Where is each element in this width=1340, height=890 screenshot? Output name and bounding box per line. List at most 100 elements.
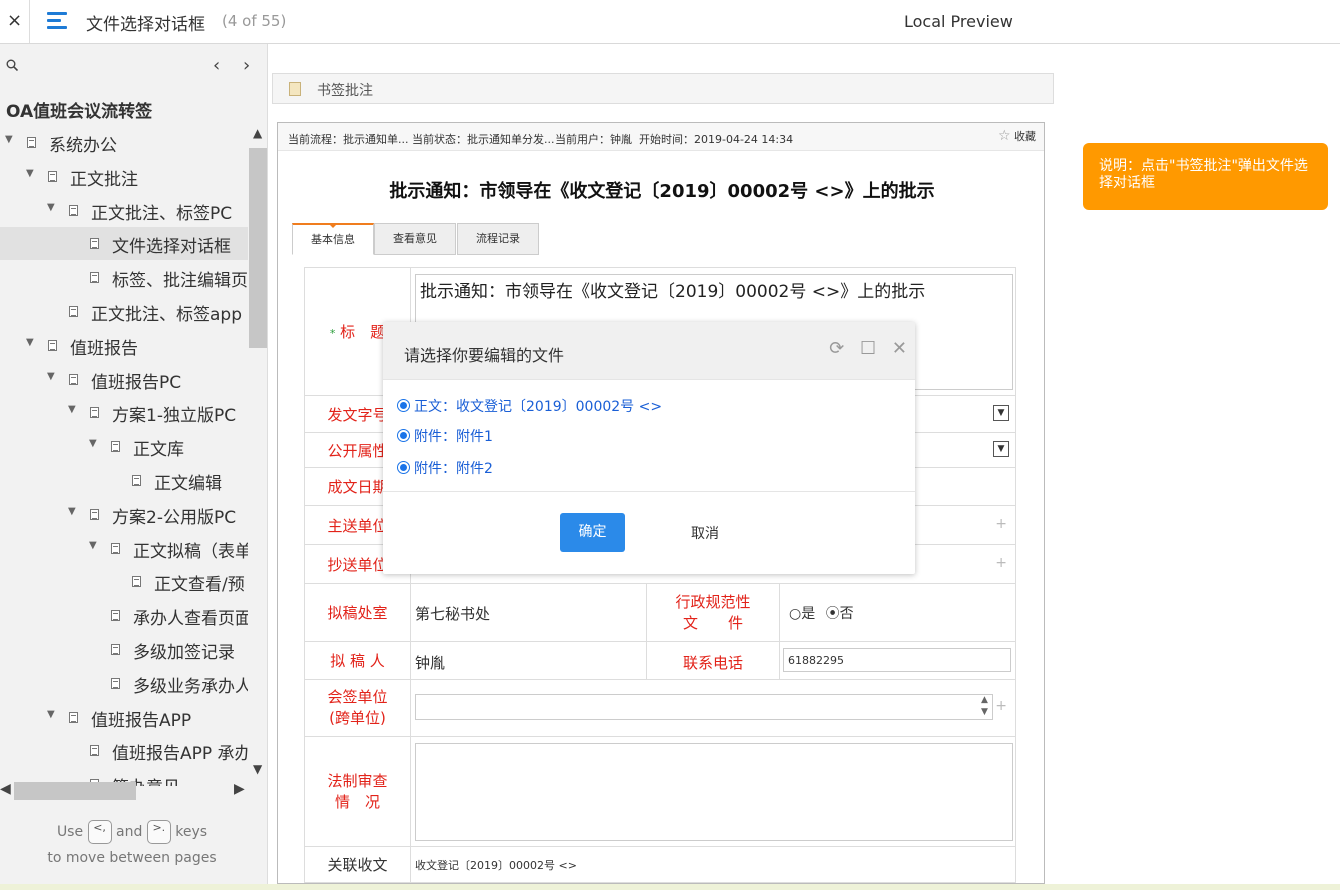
radio-selected-icon[interactable] [397,461,410,474]
expand-toggle-icon[interactable]: ▼ [68,506,76,517]
tree-item-label: 值班报告PC [91,372,182,393]
tree-item-label: 正文拟稿（表单 [133,541,248,562]
tree-item[interactable]: 多级业务承办人 [0,667,248,700]
plus-icon[interactable]: + [995,516,1007,532]
tree-item-label: 正文批注、标签PC [91,203,233,224]
phone-input[interactable]: 61882295 [783,648,1011,672]
plus-icon[interactable]: + [995,698,1007,714]
page-icon [69,306,78,317]
tree-item[interactable]: ▼ 值班报告PC [0,363,248,396]
tree-horizontal-scrollbar[interactable]: ◀ ▶ [0,781,250,801]
chevron-down-icon[interactable]: ▼ [993,441,1009,457]
expand-toggle-icon[interactable]: ▼ [47,202,55,213]
expand-toggle-icon[interactable]: ▼ [26,168,34,179]
draft-office-label: 拟稿处室 [304,583,411,642]
tree-item-label: 多级业务承办人 [133,676,248,697]
legal-review-textarea[interactable] [415,743,1013,841]
tab-flow-records[interactable]: 流程记录 [457,223,539,255]
title-label-text: 标 题 [340,323,386,341]
expand-toggle-icon[interactable]: ▼ [26,337,34,348]
page-icon [69,204,78,216]
legal-review-label-line1: 法制审查 [327,771,388,790]
bookmark-annotation-label[interactable]: 书签批注 [317,80,373,100]
page-icon [90,238,99,250]
radio-selected-icon[interactable] [397,399,410,412]
favorite-button[interactable]: ☆ 收藏 [998,128,1036,144]
dialog-header[interactable]: 请选择你要编辑的文件 ⟳ ☐ ✕ [383,322,915,380]
chevron-left-icon[interactable]: ◀ [0,781,11,797]
chevron-down-icon[interactable]: ▼ [253,762,262,776]
bookmark-annotation-bar[interactable]: 书签批注 [272,73,1054,104]
close-icon[interactable]: ✕ [892,338,907,359]
tree-item-label: 方案1-独立版PC [112,406,237,427]
previous-page-button[interactable]: ‹ [213,55,220,76]
tree-item[interactable]: ▼ 系统办公 [0,126,248,159]
chevron-up-icon[interactable]: ▲ [253,126,262,140]
chevron-down-icon[interactable]: ▼ [993,405,1009,421]
file-option-main[interactable]: 正文：收文登记〔2019〕00002号 <> [397,396,662,416]
tree-item-label: 值班报告APP 承办 [112,744,248,765]
related-doc-link[interactable]: 收文登记〔2019〕00002号 <> [410,846,1016,883]
tab-basic-info[interactable]: 基本信息 [292,223,374,255]
form-title: 批示通知：市领导在《收文登记〔2019〕00002号 <>》上的批示 [389,181,935,202]
radio-selected-icon[interactable] [397,429,410,442]
admin-norm-label-line1: 行政规范性 [675,593,751,611]
tree-item[interactable]: ▼ 正文批注、标签PC [0,194,248,227]
expand-toggle-icon[interactable]: ▼ [5,134,13,145]
next-page-button[interactable]: › [243,55,250,76]
hint-text: Use [56,824,84,840]
file-select-dialog: 请选择你要编辑的文件 ⟳ ☐ ✕ 正文：收文登记〔2019〕00002号 <> … [383,322,915,574]
tree-item[interactable]: 文件选择对话框 [0,227,248,261]
tree-item[interactable]: 标签、批注编辑页 [0,261,248,294]
page-icon [111,441,120,453]
favorite-label: 收藏 [1014,130,1036,143]
bottom-strip [0,884,1340,890]
search-icon[interactable] [6,59,18,71]
tree-item[interactable]: 正文批注、标签app [0,295,248,328]
file-option-attachment-1[interactable]: 附件：附件1 [397,426,493,446]
expand-toggle-icon[interactable]: ▼ [89,438,97,449]
tree-item[interactable]: ▼ 方案2-公用版PC [0,498,248,531]
tree-item[interactable]: 承办人查看页面 [0,599,248,632]
tree-item[interactable]: 多级加签记录 [0,633,248,666]
tree-item[interactable]: ▼ 值班报告APP [0,701,248,734]
spinner-icon[interactable]: ▲ ▼ [981,694,988,718]
keyboard-hint: Use <, and >. keys to move between pages [0,819,264,871]
scrollbar-thumb[interactable] [249,148,267,348]
radio-yes[interactable]: ○ [789,606,801,622]
expand-toggle-icon[interactable]: ▼ [68,404,76,415]
tree-item[interactable]: ▼ 正文拟稿（表单 [0,532,248,565]
tree-item[interactable]: ▼ 正文库 [0,430,248,463]
maximize-icon[interactable]: ☐ [860,338,876,359]
expand-toggle-icon[interactable]: ▼ [89,540,97,551]
tree-vertical-scrollbar[interactable]: ▲ ▼ [249,126,267,776]
tree-item[interactable]: 正文查看/预 [0,565,248,598]
tab-view-opinions[interactable]: 查看意见 [374,223,456,255]
tree-item-label: 值班报告 [70,338,138,359]
countersign-input[interactable] [415,694,993,720]
file-option-label: 附件：附件2 [414,461,493,477]
close-button[interactable]: × [0,0,30,43]
refresh-icon[interactable]: ⟳ [829,338,844,359]
confirm-button[interactable]: 确定 [560,513,625,552]
tree-item[interactable]: ▼ 方案1-独立版PC [0,396,248,429]
page-icon [48,339,57,351]
plus-icon[interactable]: + [995,555,1007,571]
scrollbar-thumb[interactable] [14,782,136,800]
expand-toggle-icon[interactable]: ▼ [47,709,55,720]
annotation-note: 说明：点击"书签批注"弹出文件选择对话框 [1083,143,1328,210]
tree-item[interactable]: 值班报告APP 承办 [0,734,248,767]
tree-item[interactable]: 正文编辑 [0,464,248,497]
file-option-attachment-2[interactable]: 附件：附件2 [397,458,493,478]
drafter-label: 拟 稿 人 [304,641,411,680]
file-option-label: 附件：附件1 [414,429,493,445]
cancel-button[interactable]: 取消 [691,523,719,543]
tree-item[interactable]: ▼ 值班报告 [0,329,248,362]
expand-toggle-icon[interactable]: ▼ [47,371,55,382]
menu-icon[interactable] [47,12,67,30]
current-state: 当前状态：批示通知单分发... [412,133,555,146]
radio-no[interactable]: ⦿ [826,606,840,622]
chevron-right-icon[interactable]: ▶ [234,781,245,797]
tree-item[interactable]: ▼ 正文批注 [0,160,248,193]
tree-item-label: 正文库 [133,440,184,461]
